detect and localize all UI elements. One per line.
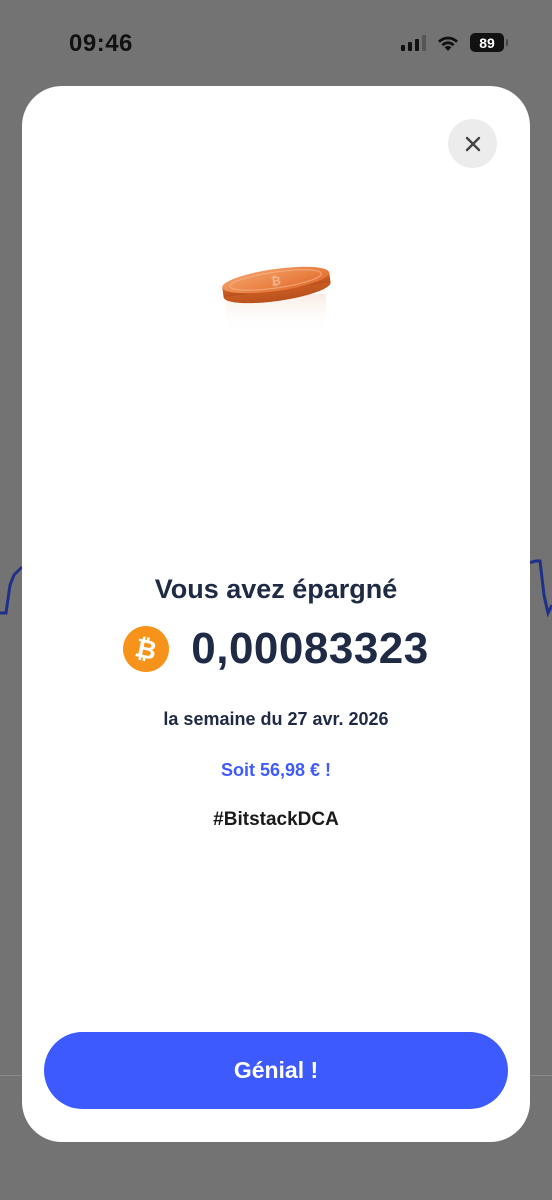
status-icons: 89	[401, 33, 508, 52]
background-chart-line-left	[0, 565, 24, 615]
wifi-icon	[438, 36, 458, 51]
amount-row: ₿ 0,00083323	[22, 624, 530, 674]
status-bar: 09:46 89	[0, 0, 552, 86]
signal-icon	[401, 34, 426, 51]
fiat-value: Soit 56,98 € !	[220, 760, 332, 780]
confirm-button-label: Génial !	[233, 1057, 319, 1083]
background-chart-line-right	[528, 559, 552, 618]
confirm-button[interactable]: Génial !	[44, 1032, 508, 1109]
savings-modal: ₿ Vous avez épargné ₿ 0,00083323 la sema…	[22, 86, 530, 1142]
hashtag: #BitstackDCA	[213, 809, 339, 830]
close-icon	[465, 136, 480, 151]
week-label: la semaine du 27 avr. 2026	[163, 709, 389, 729]
modal-title: Vous avez épargné	[154, 574, 398, 604]
btc-amount: 0,00083323	[191, 624, 429, 673]
bitcoin-icon: ₿	[123, 626, 170, 672]
battery-level: 89	[479, 34, 495, 51]
bitcoin-coin-illustration: ₿	[222, 266, 331, 334]
close-button[interactable]	[448, 119, 497, 168]
battery-icon: 89	[470, 33, 508, 52]
status-time: 09:46	[69, 30, 133, 57]
